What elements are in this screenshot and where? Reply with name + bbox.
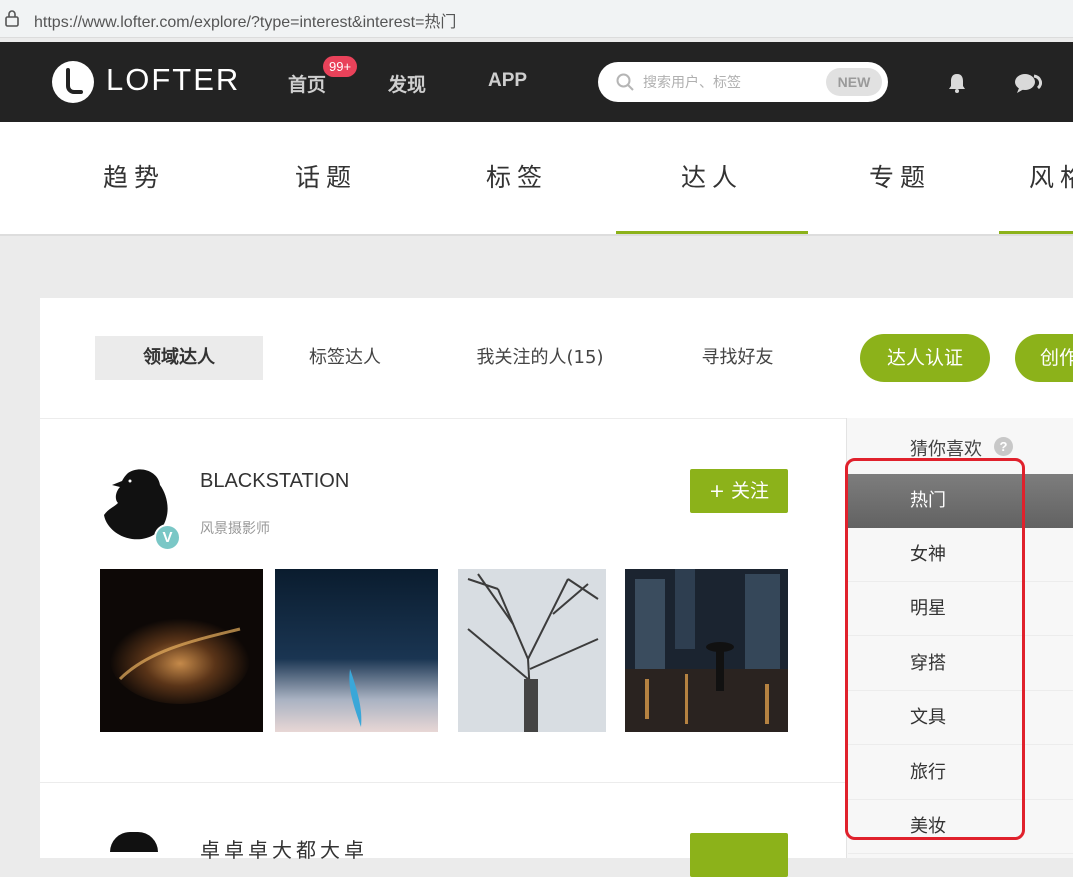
tab-trend[interactable]: 趋势 [38,122,230,234]
follow-button[interactable]: + 关注 [690,469,788,513]
photo-thumbnail[interactable] [458,569,606,732]
new-badge: NEW [826,68,882,96]
subtab-following[interactable]: 我关注的人(15) [460,336,620,380]
nav-home[interactable]: 首页 [288,70,326,97]
photo-thumbnail[interactable] [275,569,438,732]
subtab-domain-expert[interactable]: 领域达人 [95,336,263,380]
tab-style[interactable]: 风格 [999,122,1073,234]
logo-text[interactable]: LOFTER [106,62,240,98]
notification-badge: 99+ [323,56,358,77]
avatar[interactable] [110,832,158,852]
category-tabs: 趋势 话题 标签 达人 专题 风格 [0,122,1073,236]
tab-tag[interactable]: 标签 [421,122,613,234]
subtab-tag-expert[interactable]: 标签达人 [280,336,410,380]
tab-topic[interactable]: 话题 [230,122,422,234]
chat-icon[interactable] [1014,72,1042,94]
subtab-find-friends[interactable]: 寻找好友 [685,336,790,380]
divider [40,782,848,783]
top-navigation-bar: LOFTER 首页 99+ 发现 APP 搜索用户、标签 NEW [0,42,1073,122]
bell-icon[interactable] [946,72,968,94]
search-box[interactable]: 搜索用户、标签 NEW [598,62,888,102]
verified-badge: V [154,524,181,551]
help-icon[interactable]: ? [994,437,1013,456]
create-button[interactable]: 创作 [1015,334,1073,382]
tab-special[interactable]: 专题 [804,122,996,234]
lock-icon [5,10,19,27]
url-text[interactable]: https://www.lofter.com/explore/?type=int… [34,8,456,32]
nav-app[interactable]: APP [488,70,527,92]
nav-discover[interactable]: 发现 [388,70,426,97]
tab-expert[interactable]: 达人 [616,122,808,234]
highlight-annotation [845,458,1025,840]
browser-url-bar[interactable]: https://www.lofter.com/explore/?type=int… [0,0,1073,38]
search-icon [616,73,634,91]
search-placeholder[interactable]: 搜索用户、标签 [643,72,741,92]
user-name[interactable]: BLACKSTATION [200,470,349,493]
user-title: 风景摄影师 [200,521,270,537]
expert-certify-button[interactable]: 达人认证 [860,334,990,382]
photo-thumbnail[interactable] [625,569,788,732]
lofter-logo-icon[interactable] [52,61,94,103]
user-name[interactable]: 卓卓卓大都大卓 [200,834,368,863]
follow-button[interactable] [690,833,788,877]
photo-thumbnail[interactable] [100,569,263,732]
